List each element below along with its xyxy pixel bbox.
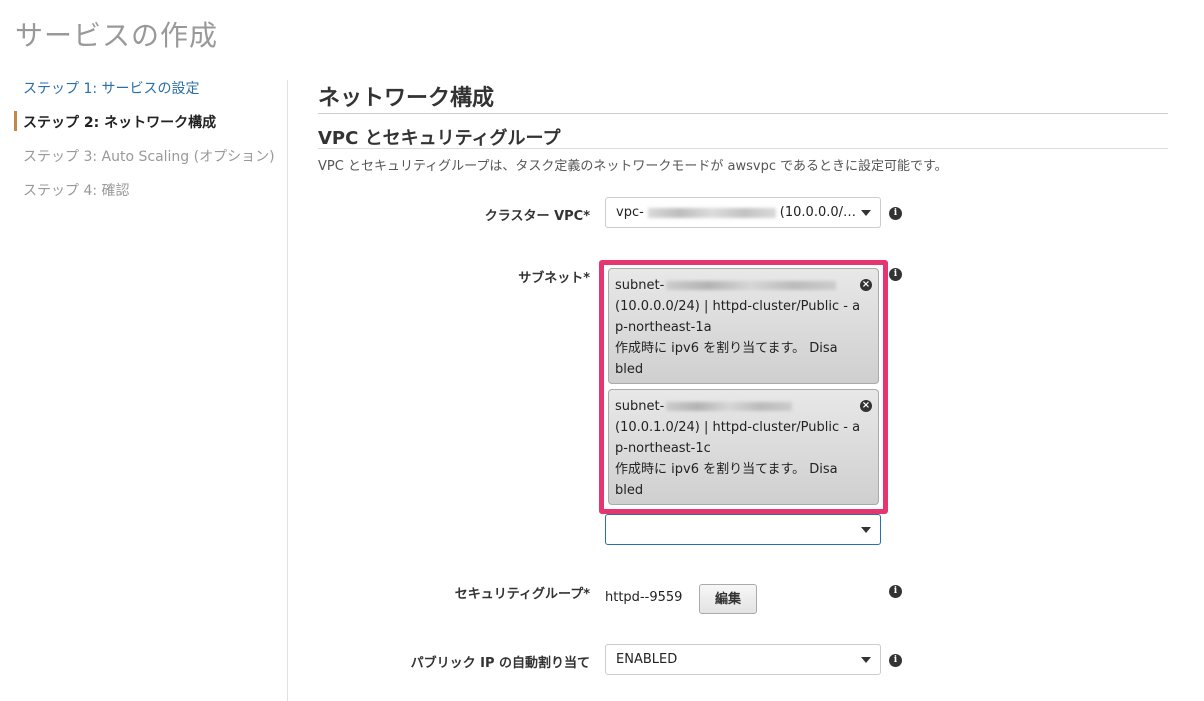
subnet-ipv6-line-cont: bled [615, 362, 644, 377]
subnet-token-1a: subnet- (10.0.0.0/24) | httpd-cluster/Pu… [608, 268, 879, 384]
public-ip-label: パブリック IP の自動割り当て [410, 656, 590, 671]
subsection-description: VPC とセキュリティグループは、タスク定義のネットワークモードが awsvpc… [318, 159, 948, 174]
step-3-auto-scaling: ステップ 3: Auto Scaling (オプション) [23, 149, 275, 165]
security-group-info-icon[interactable]: i [889, 585, 902, 598]
subnet-ipv6-line: 作成時に ipv6 を割り当てます。 Disa [615, 462, 838, 477]
subnet-label: サブネット* [518, 271, 590, 286]
subnet-id-line: subnet- [615, 396, 870, 417]
subnet-az-line: p-northeast-1c [615, 441, 711, 456]
security-group-value: httpd--9559 [605, 590, 683, 605]
section-title: ネットワーク構成 [318, 86, 495, 111]
security-group-label: セキュリティグループ* [454, 587, 590, 602]
cluster-vpc-cidr: (10.0.0.0/… [779, 205, 857, 220]
subnet-az-line: p-northeast-1a [615, 320, 712, 335]
redacted-subnet-id [666, 402, 793, 411]
cluster-vpc-select[interactable]: vpc- (10.0.0.0/… [605, 197, 881, 228]
page-title: サービスの作成 [15, 19, 219, 52]
subsection-divider [318, 148, 1168, 149]
chevron-down-icon [861, 210, 871, 216]
section-divider [318, 113, 1168, 114]
cluster-vpc-info-icon[interactable]: i [889, 207, 902, 220]
wizard-steps-sidebar [0, 74, 288, 701]
subnet-id-line: subnet- [615, 275, 870, 296]
subnet-select-input[interactable] [605, 514, 881, 545]
remove-subnet-icon[interactable]: × [860, 279, 872, 291]
step-1-service-settings[interactable]: ステップ 1: サービスの設定 [23, 78, 200, 98]
edit-security-group-button[interactable]: 編集 [699, 584, 757, 614]
subnet-cidr-line: (10.0.1.0/24) | httpd-cluster/Public - a [615, 420, 861, 435]
subnet-token-1c: subnet- (10.0.1.0/24) | httpd-cluster/Pu… [608, 389, 879, 505]
subnet-ipv6-line-cont: bled [615, 483, 644, 498]
public-ip-value: ENABLED [616, 652, 678, 667]
public-ip-info-icon[interactable]: i [889, 654, 902, 667]
remove-subnet-icon[interactable]: × [860, 400, 872, 412]
subnet-cidr-line: (10.0.0.0/24) | httpd-cluster/Public - a [615, 299, 861, 314]
chevron-down-icon [861, 657, 871, 663]
chevron-down-icon [861, 527, 871, 533]
sidebar-divider [287, 80, 288, 701]
redacted-subnet-id [666, 281, 837, 290]
subnet-ipv6-line: 作成時に ipv6 を割り当てます。 Disa [615, 341, 838, 356]
cluster-vpc-prefix: vpc- [616, 205, 644, 220]
subnet-info-icon[interactable]: i [889, 268, 902, 281]
cluster-vpc-label: クラスター VPC* [484, 209, 590, 224]
redacted-vpc-id [647, 207, 776, 218]
public-ip-select[interactable]: ENABLED [605, 644, 881, 675]
step-2-network-config: ステップ 2: ネットワーク構成 [23, 115, 217, 131]
step-4-review: ステップ 4: 確認 [23, 183, 130, 199]
active-step-indicator [14, 111, 17, 131]
subsection-title: VPC とセキュリティグループ [318, 128, 561, 149]
